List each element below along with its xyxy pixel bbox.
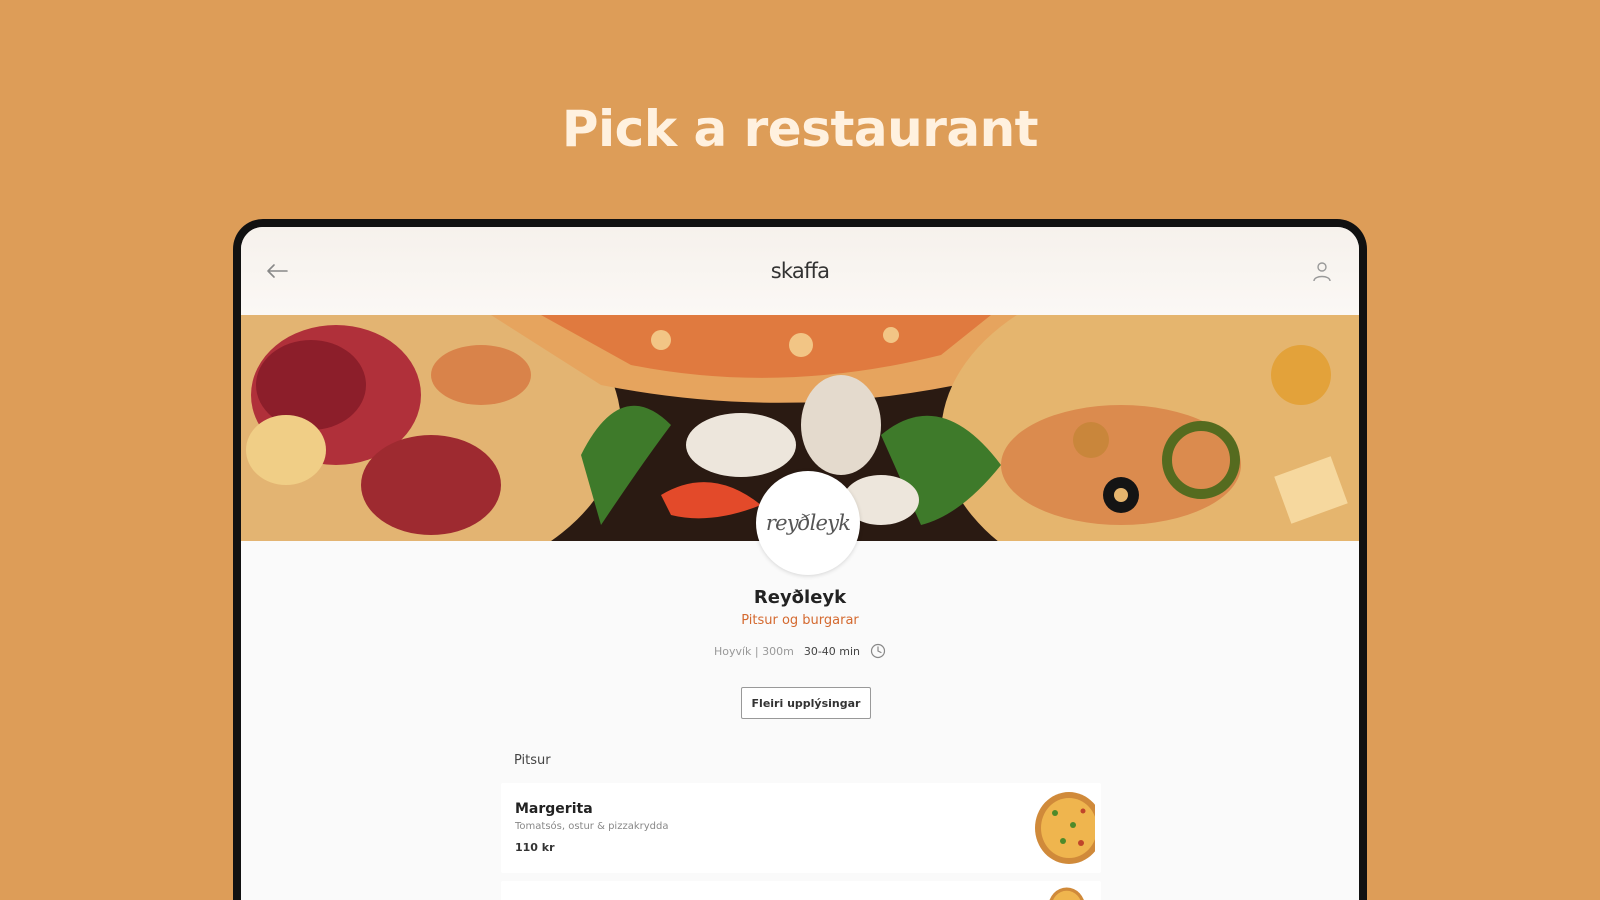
clock-icon — [870, 643, 886, 659]
app-brand-logo: skaffa — [770, 259, 830, 283]
menu-item-name: Margerita — [515, 801, 593, 817]
restaurant-category: Pitsur og burgarar — [741, 613, 859, 628]
restaurant-name: Reyðleyk — [753, 587, 847, 608]
menu-item-description: Tomatsós, ostur & pizzakrydda — [515, 821, 669, 832]
promo-headline: Pick a restaurant — [561, 100, 1039, 158]
delivery-time: 30-40 min — [803, 644, 861, 658]
restaurant-logo-text: reyðleyk — [765, 511, 851, 535]
more-info-button[interactable]: Fleiri upplýsingar — [741, 687, 871, 719]
menu-section-title: Pitsur — [514, 753, 551, 768]
menu-item-image — [1049, 887, 1084, 900]
tablet-frame: skaffa reyðleyk Reyðleyk Pitsur og burga… — [233, 219, 1367, 900]
arrow-left-icon[interactable] — [265, 261, 289, 281]
menu-item-image — [1035, 792, 1095, 864]
app-screen: skaffa reyðleyk Reyðleyk Pitsur og burga… — [241, 227, 1359, 900]
restaurant-meta: Hoyvík | 300m 30-40 min — [241, 643, 1359, 659]
menu-item-price: 110 kr — [515, 841, 555, 854]
restaurant-logo: reyðleyk — [756, 471, 860, 575]
app-top-bar: skaffa — [241, 227, 1359, 315]
menu-item-card-next[interactable] — [501, 881, 1101, 900]
user-icon[interactable] — [1311, 260, 1333, 282]
restaurant-location: Hoyvík | 300m — [713, 644, 794, 658]
menu-item-card[interactable]: Margerita Tomatsós, ostur & pizzakrydda … — [501, 783, 1101, 873]
